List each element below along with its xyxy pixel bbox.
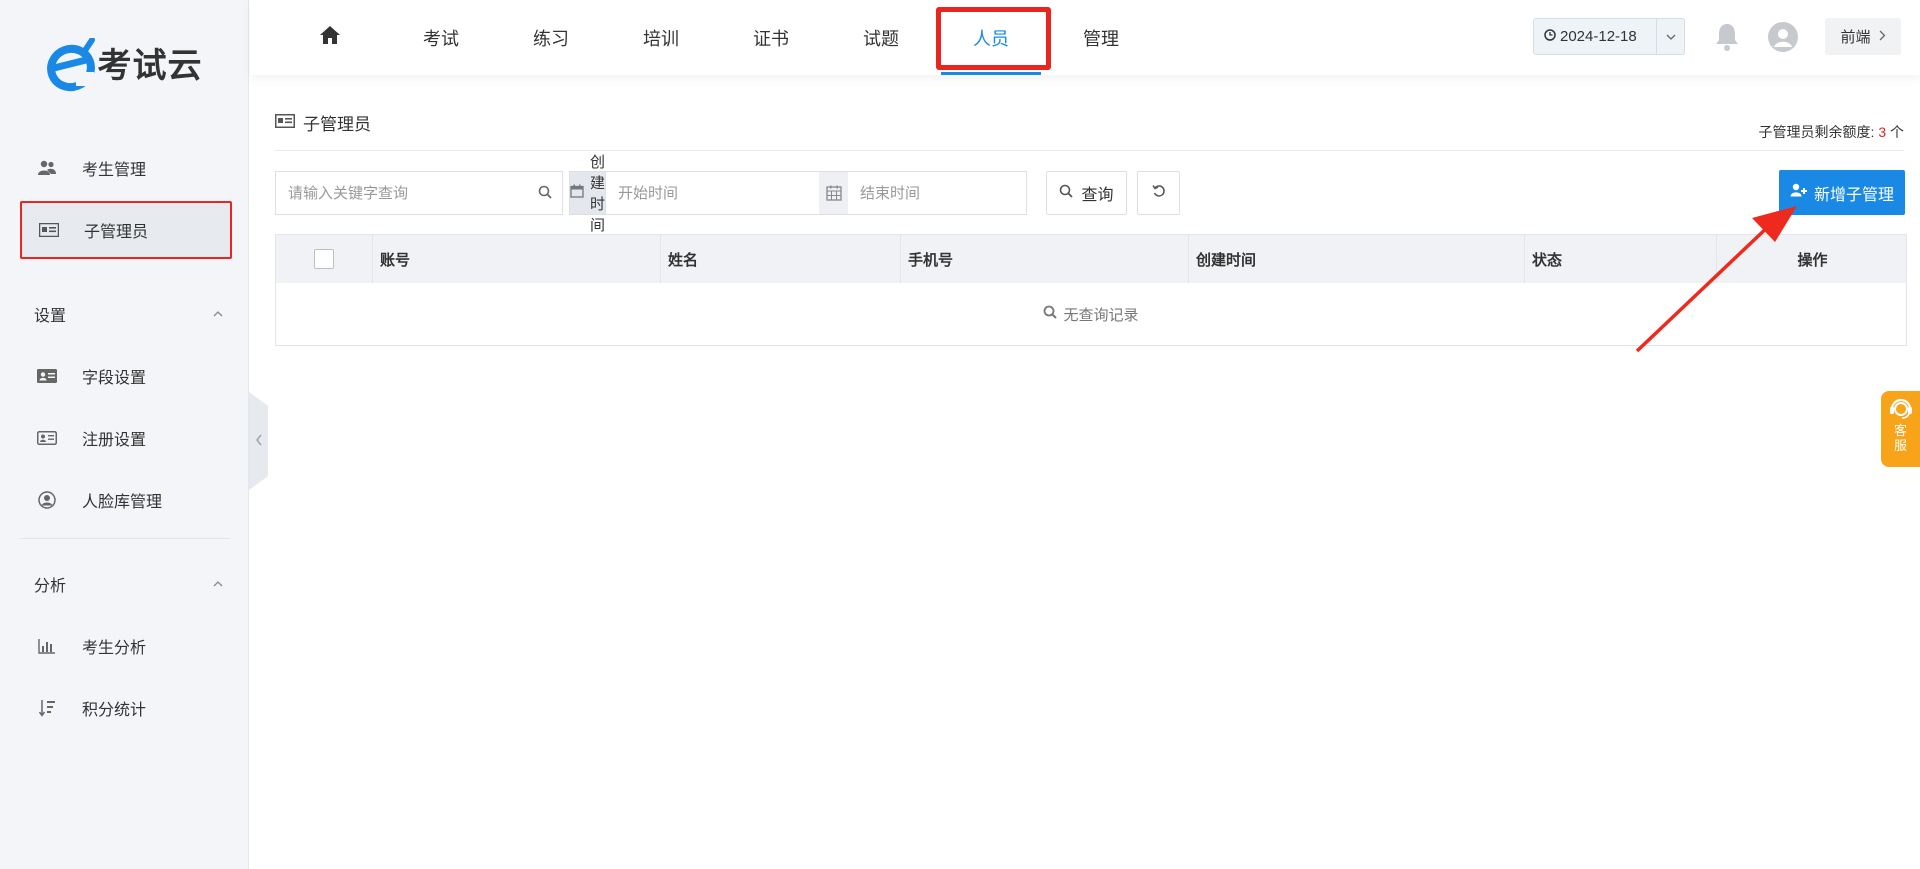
tab-personnel[interactable]: 人员 [936, 0, 1051, 75]
bell-icon[interactable] [1713, 22, 1741, 55]
page-title: 子管理员 [303, 115, 371, 134]
customer-service-button[interactable]: 客 服 [1881, 391, 1920, 467]
sidebar: 考试云 考生管理 子管理员 设置 字段设置 注册设置 人脸库管理 分析 考生分析… [0, 0, 249, 869]
service-label-2: 服 [1893, 438, 1907, 453]
chevron-right-icon [1879, 28, 1886, 45]
tab-certificate[interactable]: 证书 [716, 0, 826, 75]
calendar-icon [570, 184, 584, 202]
search-icon [1043, 305, 1058, 323]
tab-management[interactable]: 管理 [1046, 0, 1156, 75]
quota-info: 子管理员剩余额度: 3 个 [1759, 122, 1904, 142]
sidebar-item-field-settings[interactable]: 字段设置 [20, 347, 232, 405]
header-divider [275, 150, 1904, 151]
sidebar-item-label: 子管理员 [84, 224, 149, 241]
sort-amount-icon [36, 700, 58, 717]
brand-name: 考试云 [97, 47, 203, 85]
service-label-1: 客 [1893, 423, 1907, 438]
sidebar-item-label: 考生管理 [82, 162, 147, 179]
id-card-icon [275, 113, 295, 133]
analysis-group-header[interactable]: 分析 [34, 572, 224, 596]
sidebar-item-students[interactable]: 考生管理 [20, 139, 232, 197]
sidebar-item-register-settings[interactable]: 注册设置 [20, 409, 232, 467]
column-header-phone[interactable]: 手机号 [900, 235, 953, 283]
sidebar-collapse-handle[interactable] [249, 392, 268, 490]
date-range-label: 创建时间 [570, 154, 607, 234]
tab-practice[interactable]: 练习 [496, 0, 606, 75]
chevron-up-icon [212, 305, 224, 323]
date-value: 2024-12-18 [1560, 28, 1637, 45]
tab-home[interactable] [275, 0, 385, 75]
calendar-icon[interactable] [819, 172, 849, 214]
date-label-text: 创建时间 [590, 154, 606, 234]
add-sub-admin-button[interactable]: 新增子管理 [1779, 170, 1905, 215]
select-all-checkbox[interactable] [314, 249, 334, 269]
table-header: 账号 姓名 手机号 创建时间 状态 操作 [276, 235, 1906, 283]
chevron-down-icon [1656, 19, 1684, 54]
quota-count: 3 [1878, 124, 1887, 140]
sub-admin-table: 账号 姓名 手机号 创建时间 状态 操作 无查询记录 [275, 234, 1907, 346]
start-date-input[interactable] [606, 183, 820, 203]
bar-chart-icon [36, 638, 58, 654]
quota-unit: 个 [1890, 124, 1904, 140]
end-date-input[interactable] [848, 183, 1062, 203]
avatar[interactable] [1768, 22, 1798, 52]
user-circle-icon [36, 491, 58, 509]
empty-state: 无查询记录 [276, 283, 1906, 345]
logo-e-icon [46, 36, 96, 91]
search-icon[interactable] [538, 185, 552, 202]
top-navigation: 考试 练习 培训 证书 试题 人员 管理 2024-12-18 前端 [250, 0, 1920, 75]
users-icon [36, 160, 58, 176]
add-button-label: 新增子管理 [1813, 186, 1894, 204]
keyword-search[interactable] [275, 171, 563, 215]
sidebar-item-face-library[interactable]: 人脸库管理 [20, 471, 232, 529]
address-card-icon [36, 368, 58, 384]
tab-training[interactable]: 培训 [606, 0, 716, 75]
page-header: 子管理员 [275, 110, 371, 135]
sidebar-divider [20, 538, 230, 539]
id-badge-icon [36, 430, 58, 446]
query-label: 查询 [1081, 187, 1114, 204]
active-underline [941, 72, 1041, 75]
sidebar-item-label: 注册设置 [82, 432, 147, 449]
date-selector[interactable]: 2024-12-18 [1533, 18, 1685, 55]
sidebar-item-student-analysis[interactable]: 考生分析 [20, 617, 232, 675]
settings-group-header[interactable]: 设置 [34, 302, 224, 326]
home-icon [319, 25, 341, 50]
front-end-button[interactable]: 前端 [1825, 18, 1901, 55]
highlight-box [936, 7, 1051, 70]
column-header-name[interactable]: 姓名 [660, 235, 698, 283]
sidebar-item-label: 考生分析 [82, 640, 147, 657]
column-header-account[interactable]: 账号 [372, 235, 410, 283]
column-header-created-time[interactable]: 创建时间 [1188, 235, 1256, 283]
quota-label: 子管理员剩余额度: [1758, 124, 1875, 140]
front-end-label: 前端 [1840, 29, 1871, 46]
chevron-up-icon [212, 575, 224, 593]
start-date-field[interactable] [606, 172, 849, 214]
brand-logo[interactable]: 考试云 [0, 0, 248, 125]
sidebar-item-points-stats[interactable]: 积分统计 [20, 679, 232, 737]
sidebar-item-label: 人脸库管理 [82, 494, 163, 511]
search-input[interactable] [286, 183, 538, 203]
headset-icon [1888, 396, 1914, 423]
refresh-icon [1151, 184, 1166, 203]
sidebar-item-label: 积分统计 [82, 702, 147, 719]
tab-questions[interactable]: 试题 [826, 0, 936, 75]
search-icon [1059, 184, 1074, 203]
clock-icon [1544, 28, 1556, 45]
empty-text: 无查询记录 [1063, 306, 1139, 324]
id-card-icon [38, 222, 60, 238]
select-all-cell [276, 235, 372, 283]
column-header-actions: 操作 [1716, 235, 1908, 283]
sidebar-item-sub-admin[interactable]: 子管理员 [20, 201, 232, 259]
group-title: 分析 [34, 578, 67, 595]
reset-button[interactable] [1137, 171, 1180, 215]
group-title: 设置 [34, 308, 67, 325]
created-time-range: 创建时间 [569, 154, 1091, 234]
user-plus-icon [1790, 183, 1808, 202]
tab-exam[interactable]: 考试 [386, 0, 496, 75]
column-header-status[interactable]: 状态 [1524, 235, 1562, 283]
query-button[interactable]: 查询 [1046, 171, 1127, 215]
sidebar-item-label: 字段设置 [82, 370, 147, 387]
chevron-left-icon [255, 433, 263, 449]
